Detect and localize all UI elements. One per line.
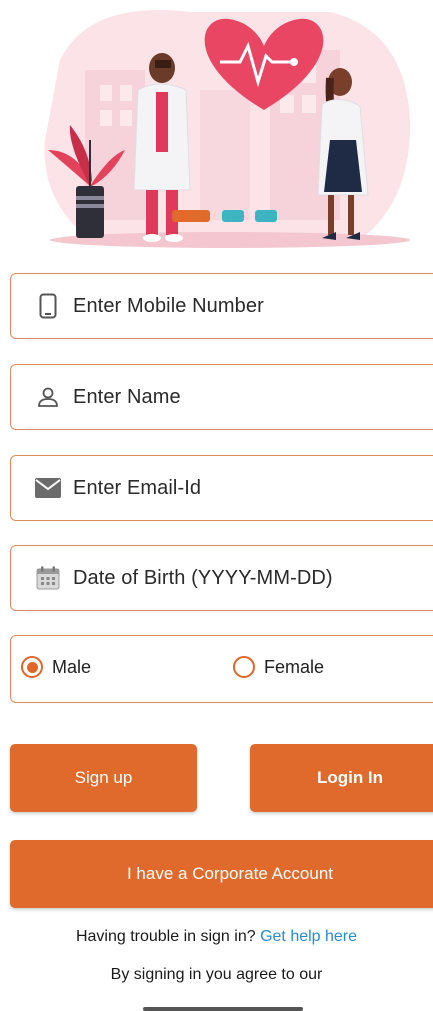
agree-line: By signing in you agree to our: [0, 966, 433, 984]
name-field[interactable]: Enter Name: [10, 364, 433, 430]
dob-field[interactable]: Date of Birth (YYYY-MM-DD): [10, 545, 433, 611]
trouble-line: Having trouble in sign in? Get help here: [0, 928, 433, 946]
radio-male[interactable]: Male: [21, 656, 91, 678]
envelope-icon: [35, 475, 61, 501]
email-field[interactable]: Enter Email-Id: [10, 455, 433, 521]
corporate-account-button[interactable]: I have a Corporate Account: [10, 840, 433, 908]
signup-button[interactable]: Sign up: [10, 744, 197, 812]
radio-female-indicator[interactable]: [233, 656, 255, 678]
radio-male-indicator[interactable]: [21, 656, 43, 678]
mobile-placeholder: Enter Mobile Number: [73, 294, 264, 317]
person-icon: [35, 384, 61, 410]
corporate-label: I have a Corporate Account: [126, 864, 334, 883]
login-button[interactable]: Login In: [250, 744, 433, 812]
trouble-text: Having trouble in sign in?: [75, 928, 256, 945]
agree-text: By signing in you agree to our: [110, 966, 323, 983]
gender-group: Male Female: [10, 635, 433, 703]
dob-placeholder: Date of Birth (YYYY-MM-DD): [73, 566, 333, 589]
radio-male-label: Male: [52, 656, 92, 677]
phone-icon: [35, 293, 61, 319]
radio-female-label: Female: [264, 656, 325, 677]
signup-label: Sign up: [74, 768, 133, 787]
calendar-icon: [35, 565, 61, 591]
email-placeholder: Enter Email-Id: [73, 476, 202, 499]
name-placeholder: Enter Name: [73, 385, 181, 408]
scroll-indicator[interactable]: [143, 1007, 303, 1011]
hero-illustration: [44, 10, 411, 248]
login-label: Login In: [316, 768, 384, 787]
mobile-field[interactable]: Enter Mobile Number: [10, 273, 433, 339]
get-help-link[interactable]: Get help here: [260, 928, 357, 945]
radio-female[interactable]: Female: [233, 656, 324, 678]
